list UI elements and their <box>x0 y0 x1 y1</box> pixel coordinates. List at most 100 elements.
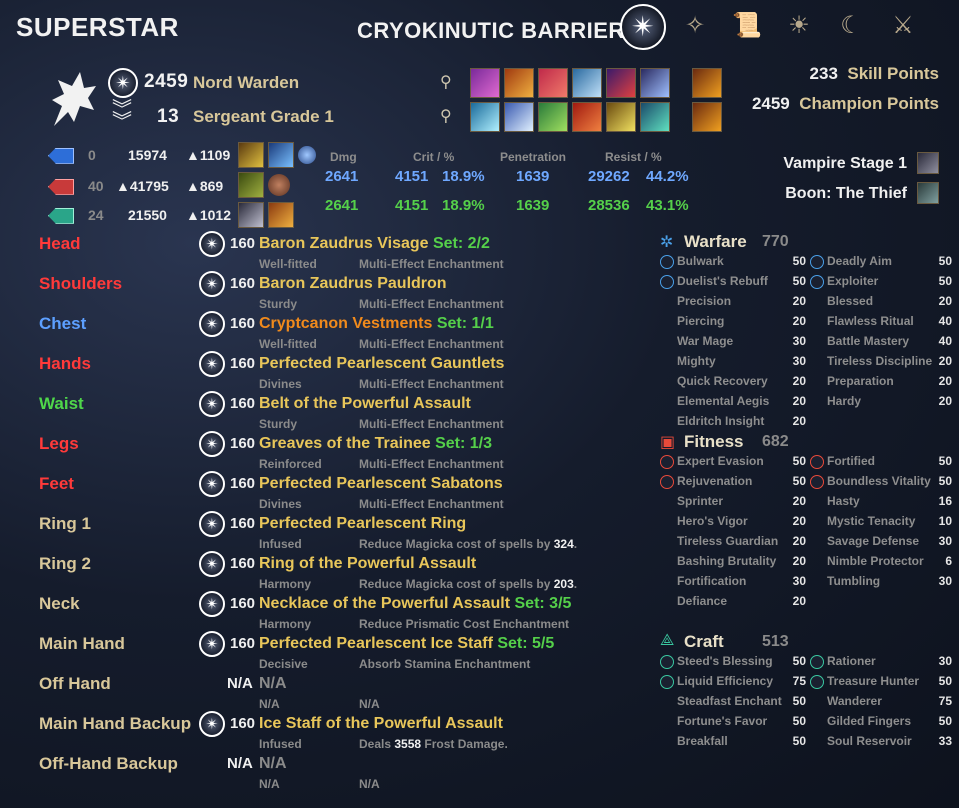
cp-star-name[interactable]: Tireless Guardian <box>677 534 778 548</box>
skill-slot[interactable] <box>572 68 602 98</box>
skill-slot[interactable] <box>640 68 670 98</box>
gear-row[interactable]: Legs ✴ 160 Greaves of the Trainee Set: 1/3 R… <box>0 430 640 471</box>
cp-star-name[interactable]: Wanderer <box>827 694 882 708</box>
cp-star-name[interactable]: Nimble Protector <box>827 554 924 568</box>
cp-star-name[interactable]: Duelist's Rebuff <box>677 274 768 288</box>
cp-star-name[interactable]: Bashing Brutality <box>677 554 776 568</box>
cp-star-name[interactable]: Steed's Blessing <box>677 654 773 668</box>
cp-star-name[interactable]: Mystic Tenacity <box>827 514 915 528</box>
gear-item-name[interactable]: Greaves of the Trainee <box>259 435 431 452</box>
cp-star-name[interactable]: Gilded Fingers <box>827 714 911 728</box>
cp-star-name[interactable]: Exploiter <box>827 274 878 288</box>
scroll-icon[interactable]: 📜 <box>730 9 764 43</box>
gear-item-name[interactable]: Perfected Pearlescent Sabatons <box>259 475 503 492</box>
constellation-icon[interactable]: ✧ <box>678 9 712 43</box>
cp-star-name[interactable]: Piercing <box>677 314 724 328</box>
cp-star-name[interactable]: Defiance <box>677 594 727 608</box>
slotted-star-icon <box>660 655 674 669</box>
gear-item-name[interactable]: Necklace of the Powerful Assault <box>259 595 510 612</box>
gear-row[interactable]: Hands ✴ 160 Perfected Pearlescent Gauntlets… <box>0 350 640 391</box>
cp-star-value: 20 <box>792 514 806 528</box>
gear-item-name[interactable]: Cryptcanon Vestments <box>259 315 432 332</box>
cp-star-name[interactable]: Quick Recovery <box>677 374 768 388</box>
gear-enchant-value: 324 <box>553 537 574 551</box>
gear-item-name[interactable]: Baron Zaudrus Visage <box>259 235 429 252</box>
gear-item-name[interactable]: Belt of the Powerful Assault <box>259 395 471 412</box>
gear-item-name[interactable]: N/A <box>259 675 287 692</box>
slotted-star-icon <box>810 255 824 269</box>
gear-item-name[interactable]: Baron Zaudrus Pauldron <box>259 275 447 292</box>
cp-star-name[interactable]: Fortification <box>677 574 746 588</box>
gear-row[interactable]: Off-Hand Backup N/A N/A N/A N/A <box>0 750 640 791</box>
cp-star-name[interactable]: Hasty <box>827 494 860 508</box>
cp-star-name[interactable]: Bulwark <box>677 254 724 268</box>
cp-star-name[interactable]: Hardy <box>827 394 861 408</box>
skill-slot[interactable] <box>538 102 568 132</box>
cp-star-name[interactable]: Boundless Vitality <box>827 474 931 488</box>
cp-star-name[interactable]: Fortified <box>827 454 875 468</box>
cp-star-name[interactable]: Liquid Efficiency <box>677 674 773 688</box>
cp-star-name[interactable]: Preparation <box>827 374 894 388</box>
cp-star-value: 20 <box>792 494 806 508</box>
cp-star-name[interactable]: Flawless Ritual <box>827 314 914 328</box>
cp-star-name[interactable]: Deadly Aim <box>827 254 892 268</box>
ultimate-slot[interactable] <box>692 68 722 98</box>
skill-slot[interactable] <box>606 102 636 132</box>
cp-star-name[interactable]: Tumbling <box>827 574 880 588</box>
moon-icon[interactable]: ☾ <box>834 9 868 43</box>
cp-star-name[interactable]: Soul Reservoir <box>827 734 912 748</box>
stamina-icon <box>48 207 74 224</box>
skill-slot[interactable] <box>470 102 500 132</box>
skill-slot[interactable] <box>504 68 534 98</box>
gear-item-name[interactable]: Perfected Pearlescent Gauntlets <box>259 355 504 372</box>
cp-star-name[interactable]: Eldritch Insight <box>677 414 764 428</box>
sun-icon[interactable]: ☀ <box>782 9 816 43</box>
gear-enchant: Multi-Effect Enchantment <box>359 337 504 351</box>
skill-slot[interactable] <box>606 68 636 98</box>
cp-star-name[interactable]: Sprinter <box>677 494 723 508</box>
cp-star-name[interactable]: Mighty <box>677 354 716 368</box>
cp-star-name[interactable]: Treasure Hunter <box>827 674 919 688</box>
cp-star-name[interactable]: Blessed <box>827 294 873 308</box>
skill-slot[interactable] <box>572 102 602 132</box>
cp-star-name[interactable]: Rejuvenation <box>677 474 752 488</box>
cp-star-name[interactable]: Breakfall <box>677 734 728 748</box>
cp-star-name[interactable]: Expert Evasion <box>677 454 764 468</box>
gear-item-name[interactable]: Perfected Pearlescent Ice Staff <box>259 635 493 652</box>
cp-star-name[interactable]: Rationer <box>827 654 876 668</box>
gear-row[interactable]: Off Hand N/A N/A N/A N/A <box>0 670 640 711</box>
gear-row[interactable]: Chest ✴ 160 Cryptcanon Vestments Set: 1/1 We… <box>0 310 640 351</box>
gear-item-name[interactable]: Ring of the Powerful Assault <box>259 555 476 572</box>
gear-row[interactable]: Neck ✴ 160 Necklace of the Powerful Assault… <box>0 590 640 631</box>
gear-row[interactable]: Head ✴ 160 Baron Zaudrus Visage Set: 2/2 Wel… <box>0 230 640 271</box>
gear-row[interactable]: Main Hand Backup ✴ 160 Ice Staff of the Pow… <box>0 710 640 751</box>
gear-item-name[interactable]: Ice Staff of the Powerful Assault <box>259 715 503 732</box>
cp-star-name[interactable]: Steadfast Enchant <box>677 694 782 708</box>
sun-compass-icon[interactable]: ✴ <box>620 4 666 50</box>
gear-row[interactable]: Main Hand ✴ 160 Perfected Pearlescent Ice S… <box>0 630 640 671</box>
group-icon[interactable]: ⚔ <box>886 9 920 43</box>
skill-slot[interactable] <box>470 68 500 98</box>
gear-row[interactable]: Shoulders ✴ 160 Baron Zaudrus Pauldron Sturd… <box>0 270 640 311</box>
cp-star-name[interactable]: War Mage <box>677 334 733 348</box>
cp-star-name[interactable]: Hero's Vigor <box>677 514 748 528</box>
gear-row[interactable]: Feet ✴ 160 Perfected Pearlescent Sabatons Di… <box>0 470 640 511</box>
cp-star-name[interactable]: Tireless Discipline <box>827 354 932 368</box>
gear-item-name[interactable]: Perfected Pearlescent Ring <box>259 515 466 532</box>
gear-row[interactable]: Ring 1 ✴ 160 Perfected Pearlescent Ring Infu… <box>0 510 640 551</box>
champion-points-value: 2459 <box>751 94 790 113</box>
skill-slot[interactable] <box>538 68 568 98</box>
cp-star-value: 33 <box>938 734 952 748</box>
magic-dmg: 2641 <box>325 168 359 185</box>
skill-slot[interactable] <box>640 102 670 132</box>
ultimate-slot[interactable] <box>692 102 722 132</box>
skill-slot[interactable] <box>504 102 534 132</box>
cp-star-name[interactable]: Battle Mastery <box>827 334 909 348</box>
cp-star-name[interactable]: Savage Defense <box>827 534 919 548</box>
gear-item-name[interactable]: N/A <box>259 755 287 772</box>
gear-row[interactable]: Waist ✴ 160 Belt of the Powerful Assault Stu… <box>0 390 640 431</box>
cp-star-name[interactable]: Elemental Aegis <box>677 394 769 408</box>
gear-row[interactable]: Ring 2 ✴ 160 Ring of the Powerful Assault Ha… <box>0 550 640 591</box>
cp-star-name[interactable]: Fortune's Favor <box>677 714 767 728</box>
cp-star-name[interactable]: Precision <box>677 294 731 308</box>
